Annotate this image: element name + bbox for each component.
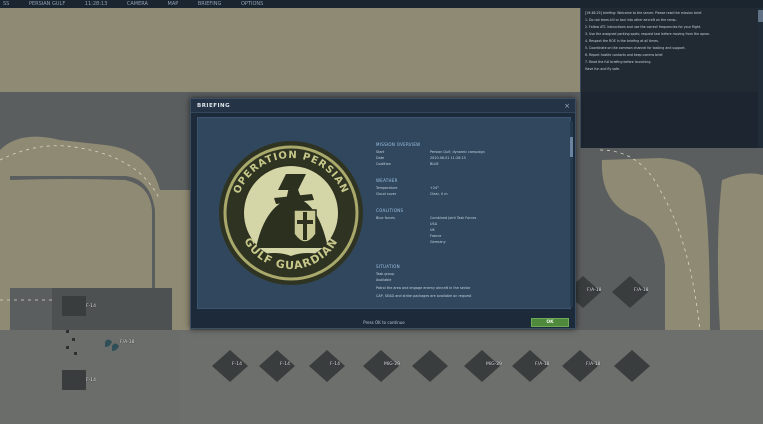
field-label: Start: [376, 150, 385, 154]
chat-line: 4. Respect the ROE in the briefing at al…: [585, 39, 659, 43]
section-title: WEATHER: [376, 178, 398, 183]
section-title: COALITIONS: [376, 208, 404, 213]
menu-item[interactable]: CAMERA: [127, 1, 148, 7]
menu-item: 11:28:13: [84, 1, 108, 7]
chat-line: 1. Do not team-kill or taxi into other a…: [585, 18, 677, 22]
field-label: Blue forces: [376, 216, 395, 220]
coalition-item: Combined Joint Task Forces: [430, 216, 477, 220]
chat-scrollbar[interactable]: [758, 8, 763, 148]
chat-line: 2. Follow ATC instructions and use the c…: [585, 25, 702, 29]
parking-label[interactable]: F/A-18: [120, 340, 134, 345]
parking-label[interactable]: F-14: [330, 362, 340, 367]
briefing-scrollbar[interactable]: [570, 121, 573, 307]
situation-line: Available: [376, 278, 392, 282]
menu-item[interactable]: PERSIAN GULF: [29, 1, 65, 7]
parking-label[interactable]: F-14: [86, 378, 96, 383]
parking-label[interactable]: F-14: [280, 362, 290, 367]
field-value: +24°: [430, 186, 439, 190]
parking-label[interactable]: F-14: [86, 304, 96, 309]
coalition-item: France: [430, 234, 442, 238]
dialog-title: BRIEFING: [197, 102, 231, 109]
menu-item[interactable]: OPTIONS: [241, 1, 263, 7]
briefing-scrollbar-thumb[interactable]: [570, 137, 573, 157]
dialog-header: BRIEFING: [191, 99, 575, 113]
situation-line: Patrol the area and engage enemy aircraf…: [376, 286, 471, 290]
parking-label[interactable]: F/A-18: [587, 288, 601, 293]
parking-label[interactable]: F/A-18: [535, 362, 549, 367]
chat-line: Have fun and fly safe.: [585, 67, 621, 71]
field-value: Clear, 0 m: [430, 192, 448, 196]
situation-line: Task group: [376, 272, 395, 276]
situation-line: CAP, SEAD and strike packages are availa…: [376, 294, 472, 298]
chat-line: 5. Coordinate on the common channel for …: [585, 46, 686, 50]
close-icon[interactable]: ×: [563, 102, 571, 110]
chat-scrollbar-thumb[interactable]: [758, 10, 763, 22]
section-title: SITUATION: [376, 264, 400, 269]
chat-line: [19:48:29] briefing: Welcome to the serv…: [585, 11, 703, 15]
briefing-dialog: BRIEFING × OPERATION PERSIAN GULF GUARDI…: [190, 98, 576, 329]
coalition-item: USA: [430, 222, 438, 226]
ok-button[interactable]: OK: [531, 318, 569, 327]
parking-label[interactable]: F/A-18: [586, 362, 600, 367]
section-title: MISSION OVERVIEW: [376, 142, 421, 147]
chat-line: 3. Use the assigned parking spots; reque…: [585, 32, 711, 36]
coalition-item: Germany: [430, 240, 446, 244]
field-label: Coalition: [376, 162, 391, 166]
menu-item[interactable]: MAP: [168, 1, 179, 7]
field-label: Temperature: [376, 186, 398, 190]
parking-label[interactable]: F-14: [232, 362, 242, 367]
chat-line: 7. Read the full briefing before launchi…: [585, 60, 652, 64]
top-menu-bar: SS PERSIAN GULF 11:28:13 CAMERA MAP BRIE…: [0, 0, 763, 8]
field-label: Date: [376, 156, 385, 160]
field-label: Cloud cover: [376, 192, 397, 196]
chat-panel[interactable]: [19:48:29] briefing: Welcome to the serv…: [580, 8, 763, 148]
field-value: BLUE: [430, 162, 439, 166]
chat-line: 6. Report hostile contacts and keep comm…: [585, 53, 664, 57]
parking-label[interactable]: MiG-29: [486, 362, 502, 367]
briefing-content[interactable]: OPERATION PERSIAN GULF GUARDIAN MISSION …: [197, 117, 571, 309]
menu-item[interactable]: SS: [3, 1, 9, 7]
field-value: Persian Gulf, dynamic campaign: [430, 150, 485, 154]
menu-item[interactable]: BRIEFING: [198, 1, 222, 7]
parking-label[interactable]: MiG-29: [384, 362, 400, 367]
field-value: 2020.06.01 11:28:13: [430, 156, 466, 160]
footer-hint: Press OK to continue: [363, 320, 405, 325]
mission-emblem: OPERATION PERSIAN GULF GUARDIAN: [219, 141, 363, 285]
parking-label[interactable]: F/A-18: [634, 288, 648, 293]
coalition-item: UK: [430, 228, 435, 232]
